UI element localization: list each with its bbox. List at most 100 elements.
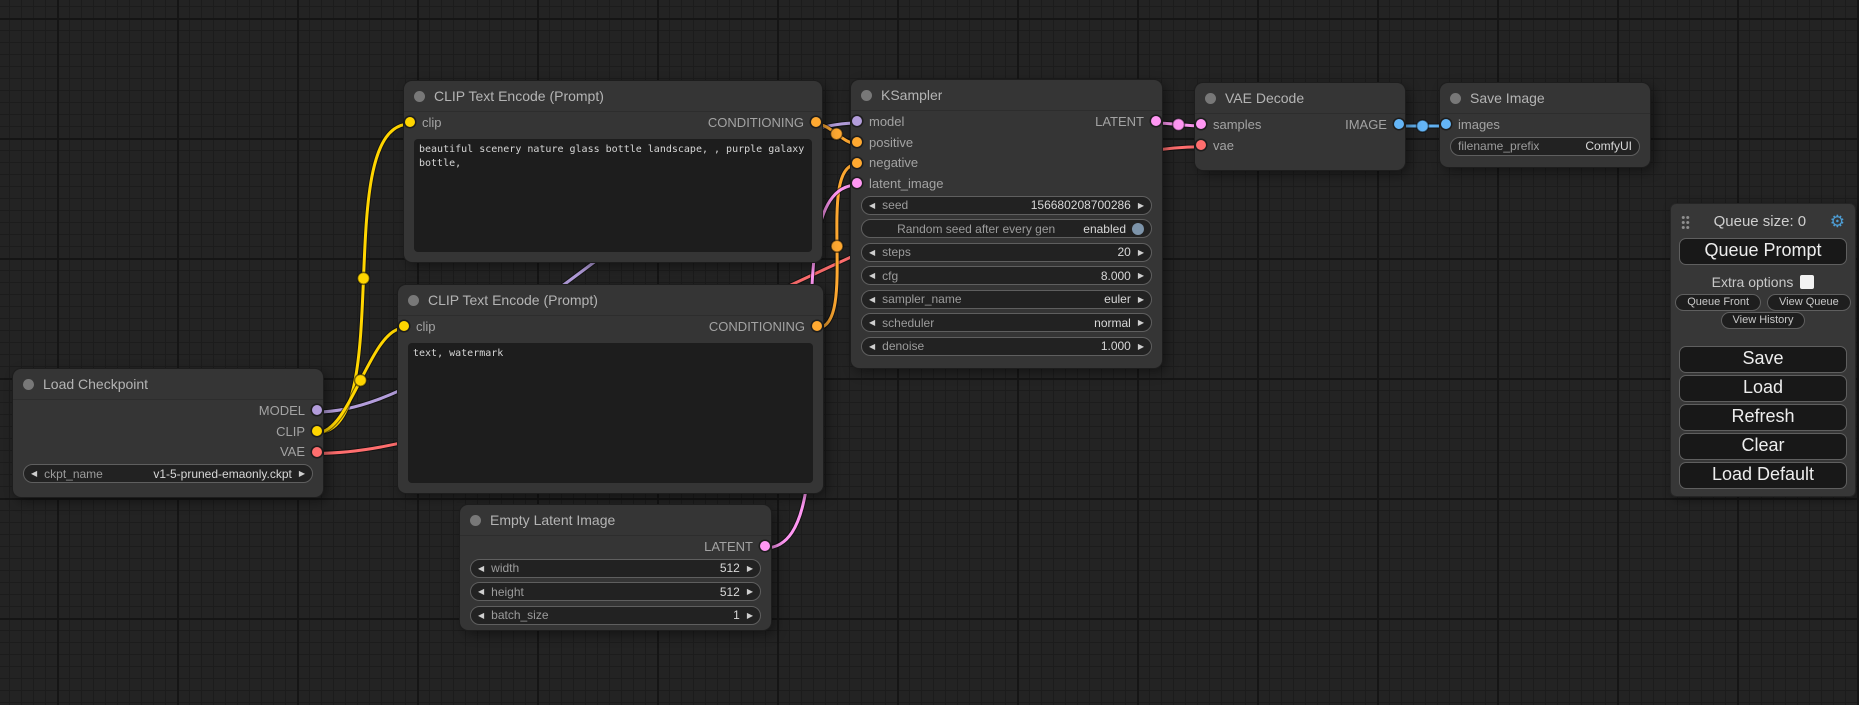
increment-arrow-icon[interactable]: ▶ — [1138, 318, 1144, 327]
node-title-bar[interactable]: VAE Decode — [1195, 83, 1405, 114]
widget-batch_size[interactable]: ◀batch_size1▶ — [470, 606, 761, 625]
graph-canvas[interactable]: Load CheckpointMODELCLIPVAE◀ckpt_namev1-… — [0, 0, 1859, 705]
widget-sampler_name[interactable]: ◀sampler_nameeuler▶ — [861, 290, 1152, 309]
widget-value: 20 — [1117, 245, 1130, 259]
port-CLIP-output[interactable] — [312, 426, 322, 436]
increment-arrow-icon[interactable]: ▶ — [1138, 271, 1144, 280]
widget-steps[interactable]: ◀steps20▶ — [861, 243, 1152, 262]
increment-arrow-icon[interactable]: ▶ — [1138, 342, 1144, 351]
node-clip_positive[interactable]: CLIP Text Encode (Prompt)clipCONDITIONIN… — [404, 81, 822, 262]
increment-arrow-icon[interactable]: ▶ — [747, 611, 753, 620]
toggle-enabled-icon[interactable] — [1132, 223, 1144, 235]
prompt-textarea[interactable]: beautiful scenery nature glass bottle la… — [414, 139, 812, 252]
port-latent_image-input[interactable] — [852, 178, 862, 188]
port-CONDITIONING-output[interactable] — [812, 321, 822, 331]
extra-options-checkbox[interactable] — [1800, 275, 1814, 289]
link-center-dot — [831, 240, 843, 252]
settings-gear-icon[interactable]: ⚙ — [1830, 213, 1845, 230]
port-positive-input[interactable] — [852, 137, 862, 147]
node-title-bar[interactable]: Empty Latent Image — [460, 505, 771, 536]
queue-prompt-button[interactable]: Queue Prompt — [1679, 238, 1847, 265]
increment-arrow-icon[interactable]: ▶ — [1138, 248, 1144, 257]
widget-cfg[interactable]: ◀cfg8.000▶ — [861, 266, 1152, 285]
port-IMAGE-output[interactable] — [1394, 119, 1404, 129]
port-VAE-output[interactable] — [312, 447, 322, 457]
node-load_checkpoint[interactable]: Load CheckpointMODELCLIPVAE◀ckpt_namev1-… — [13, 369, 323, 497]
link-center-dot — [355, 374, 367, 386]
port-MODEL-output[interactable] — [312, 405, 322, 415]
prompt-textarea[interactable]: text, watermark — [408, 343, 813, 483]
view-history-button[interactable]: View History — [1721, 312, 1806, 329]
increment-arrow-icon[interactable]: ▶ — [747, 564, 753, 573]
node-title-bar[interactable]: CLIP Text Encode (Prompt) — [398, 285, 823, 316]
decrement-arrow-icon[interactable]: ◀ — [869, 201, 875, 210]
widget-label: scheduler — [882, 316, 934, 330]
link-center-dot — [1173, 119, 1185, 131]
node-title-bar[interactable]: Save Image — [1440, 83, 1650, 114]
widget-label: width — [491, 561, 519, 575]
slot-row: clipCONDITIONING — [404, 112, 822, 133]
panel-drag-handle-icon[interactable] — [1681, 214, 1690, 229]
increment-arrow-icon[interactable]: ▶ — [1138, 201, 1144, 210]
widget-scheduler[interactable]: ◀schedulernormal▶ — [861, 313, 1152, 332]
node-title-bar[interactable]: CLIP Text Encode (Prompt) — [404, 81, 822, 112]
load-default-button[interactable]: Load Default — [1679, 462, 1847, 489]
increment-arrow-icon[interactable]: ▶ — [299, 469, 305, 478]
decrement-arrow-icon[interactable]: ◀ — [869, 342, 875, 351]
port-CONDITIONING-output[interactable] — [811, 117, 821, 127]
widget-width[interactable]: ◀width512▶ — [470, 559, 761, 578]
port-clip-input[interactable] — [399, 321, 409, 331]
port-vae-input[interactable] — [1196, 140, 1206, 150]
collapse-dot-icon[interactable] — [23, 379, 34, 390]
increment-arrow-icon[interactable]: ▶ — [747, 587, 753, 596]
decrement-arrow-icon[interactable]: ◀ — [478, 564, 484, 573]
queue-front-button[interactable]: Queue Front — [1675, 294, 1761, 311]
input-slot-label: vae — [1213, 138, 1234, 153]
port-LATENT-output[interactable] — [760, 541, 770, 551]
node-title-bar[interactable]: Load Checkpoint — [13, 369, 323, 400]
node-title: Empty Latent Image — [490, 512, 615, 528]
widget-height[interactable]: ◀height512▶ — [470, 582, 761, 601]
node-save_image[interactable]: Save Imageimages filename_prefixComfyUI — [1440, 83, 1650, 167]
node-title-bar[interactable]: KSampler — [851, 80, 1162, 111]
port-LATENT-output[interactable] — [1151, 116, 1161, 126]
decrement-arrow-icon[interactable]: ◀ — [869, 248, 875, 257]
clear-button[interactable]: Clear — [1679, 433, 1847, 460]
port-clip-input[interactable] — [405, 117, 415, 127]
node-empty_latent[interactable]: Empty Latent ImageLATENT◀width512▶◀heigh… — [460, 505, 771, 630]
decrement-arrow-icon[interactable]: ◀ — [478, 611, 484, 620]
port-negative-input[interactable] — [852, 158, 862, 168]
widget-filename_prefix[interactable]: filename_prefixComfyUI — [1450, 137, 1640, 156]
collapse-dot-icon[interactable] — [414, 91, 425, 102]
input-slot-label: latent_image — [869, 176, 943, 191]
widget-value: 8.000 — [1101, 269, 1131, 283]
widget-denoise[interactable]: ◀denoise1.000▶ — [861, 337, 1152, 356]
refresh-button[interactable]: Refresh — [1679, 404, 1847, 431]
collapse-dot-icon[interactable] — [408, 295, 419, 306]
slot-row: images — [1440, 114, 1650, 135]
decrement-arrow-icon[interactable]: ◀ — [478, 587, 484, 596]
decrement-arrow-icon[interactable]: ◀ — [31, 469, 37, 478]
node-clip_negative[interactable]: CLIP Text Encode (Prompt)clipCONDITIONIN… — [398, 285, 823, 493]
widget-ckpt_name[interactable]: ◀ckpt_namev1-5-pruned-emaonly.ckpt▶ — [23, 464, 313, 483]
save-button[interactable]: Save — [1679, 346, 1847, 373]
input-slot-label: model — [869, 114, 904, 129]
collapse-dot-icon[interactable] — [861, 90, 872, 101]
node-ksampler[interactable]: KSamplermodelLATENTpositivenegativelaten… — [851, 80, 1162, 368]
increment-arrow-icon[interactable]: ▶ — [1138, 295, 1144, 304]
view-queue-button[interactable]: View Queue — [1767, 294, 1851, 311]
node-vae_decode[interactable]: VAE DecodesamplesIMAGEvae — [1195, 83, 1405, 170]
decrement-arrow-icon[interactable]: ◀ — [869, 271, 875, 280]
decrement-arrow-icon[interactable]: ◀ — [869, 295, 875, 304]
port-model-input[interactable] — [852, 116, 862, 126]
decrement-arrow-icon[interactable]: ◀ — [869, 318, 875, 327]
load-button[interactable]: Load — [1679, 375, 1847, 402]
port-samples-input[interactable] — [1196, 119, 1206, 129]
widget-value: v1-5-pruned-emaonly.ckpt — [153, 467, 292, 481]
collapse-dot-icon[interactable] — [470, 515, 481, 526]
widget-seed[interactable]: ◀seed156680208700286▶ — [861, 196, 1152, 215]
collapse-dot-icon[interactable] — [1205, 93, 1216, 104]
widget-random-seed-after-every-gen[interactable]: Random seed after every genenabled — [861, 219, 1152, 238]
collapse-dot-icon[interactable] — [1450, 93, 1461, 104]
port-images-input[interactable] — [1441, 119, 1451, 129]
